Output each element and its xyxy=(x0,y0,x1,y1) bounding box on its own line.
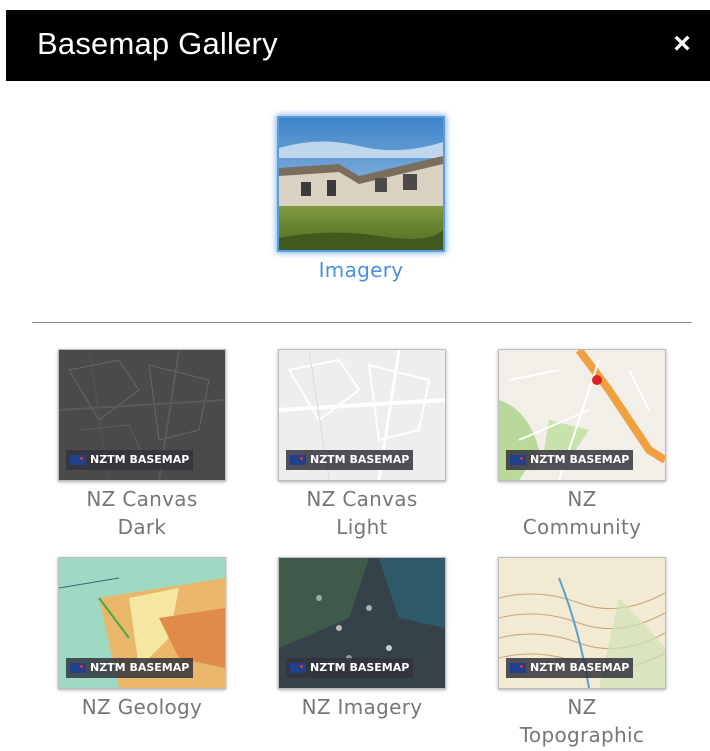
nz-topographic-thumbnail[interactable]: NZTM BASEMAP xyxy=(498,557,666,689)
basemap-item-imagery[interactable]: Imagery xyxy=(261,116,461,284)
nztm-badge: NZTM BASEMAP xyxy=(506,658,634,678)
basemap-item-nz-canvas-light[interactable]: NZTM BASEMAP NZ Canvas Light xyxy=(262,349,462,541)
nz-flag-icon xyxy=(70,455,86,465)
nztm-badge: NZTM BASEMAP xyxy=(286,658,414,678)
basemap-label: Imagery xyxy=(318,258,404,282)
imagery-thumbnail[interactable] xyxy=(277,116,445,252)
basemap-label: NZ Community xyxy=(522,487,642,539)
nztm-badge: NZTM BASEMAP xyxy=(286,450,414,470)
nz-canvas-dark-thumbnail[interactable]: NZTM BASEMAP xyxy=(58,349,226,481)
basemap-label: NZ Canvas Light xyxy=(306,487,418,539)
basemap-label: NZ Topographic xyxy=(519,695,645,747)
imagery-photo xyxy=(279,118,443,250)
nz-flag-icon xyxy=(510,663,526,673)
nz-imagery-thumbnail[interactable]: NZTM BASEMAP xyxy=(278,557,446,689)
nz-flag-icon xyxy=(70,663,86,673)
nz-flag-icon xyxy=(510,455,526,465)
basemap-label: NZ Geology xyxy=(81,695,203,719)
basemap-item-nz-imagery[interactable]: NZTM BASEMAP NZ Imagery xyxy=(262,557,462,721)
basemap-item-nz-geology[interactable]: NZTM BASEMAP NZ Geology xyxy=(42,557,242,721)
basemap-item-nz-topographic[interactable]: NZTM BASEMAP NZ Topographic xyxy=(482,557,682,749)
nz-flag-icon xyxy=(290,663,306,673)
panel-header: Basemap Gallery × xyxy=(6,10,710,81)
basemap-label: NZ Canvas Dark xyxy=(86,487,198,539)
nztm-badge: NZTM BASEMAP xyxy=(66,658,194,678)
nz-geology-thumbnail[interactable]: NZTM BASEMAP xyxy=(58,557,226,689)
nztm-badge: NZTM BASEMAP xyxy=(506,450,634,470)
nztm-badge: NZTM BASEMAP xyxy=(66,450,194,470)
basemap-item-nz-canvas-dark[interactable]: NZTM BASEMAP NZ Canvas Dark xyxy=(42,349,242,541)
panel-title: Basemap Gallery xyxy=(37,26,278,61)
nz-canvas-light-thumbnail[interactable]: NZTM BASEMAP xyxy=(278,349,446,481)
close-icon[interactable]: × xyxy=(666,28,698,60)
basemap-label: NZ Imagery xyxy=(301,695,423,719)
basemap-item-nz-community[interactable]: NZTM BASEMAP NZ Community xyxy=(482,349,682,541)
nz-flag-icon xyxy=(290,455,306,465)
divider xyxy=(32,322,692,323)
nz-community-thumbnail[interactable]: NZTM BASEMAP xyxy=(498,349,666,481)
